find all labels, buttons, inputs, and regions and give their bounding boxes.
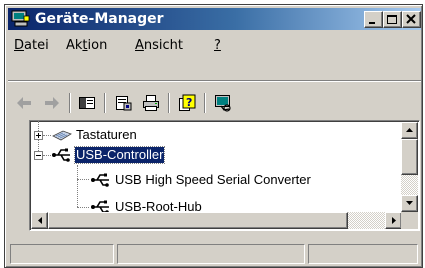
scroll-thumb-horizontal[interactable]: [48, 212, 348, 229]
svg-text:?: ?: [186, 96, 192, 109]
vertical-scrollbar[interactable]: [401, 122, 418, 212]
device-manager-window: Geräte-Manager Datei Aktion Ansicht ? ? …: [4, 4, 423, 268]
collapse-usb-controller-toggle[interactable]: [34, 151, 43, 160]
scroll-left-button[interactable]: [31, 212, 48, 229]
device-manager-app-icon: [11, 10, 30, 27]
close-button[interactable]: [402, 11, 421, 28]
tree-line: [43, 135, 51, 137]
tree-item-label: Tastaturen: [76, 127, 137, 142]
show-hide-tree-button[interactable]: [75, 91, 99, 115]
menu-aktion[interactable]: Aktion: [66, 38, 107, 53]
menu-bar: Datei Aktion Ansicht ?: [8, 34, 421, 58]
help-icon: ?: [179, 94, 196, 111]
close-icon: [406, 14, 416, 24]
tree-item-label: USB High Speed Serial Converter: [115, 172, 311, 187]
properties-button[interactable]: [111, 91, 135, 115]
status-bar: [8, 241, 421, 265]
minimize-icon: [369, 22, 375, 24]
usb-icon: [52, 148, 70, 162]
scroll-down-button[interactable]: [401, 195, 418, 212]
tree-line: [77, 165, 79, 207]
scrollbar-corner: [401, 212, 418, 229]
menu-toolbar-divider: [8, 80, 421, 82]
maximize-icon: [387, 15, 397, 24]
menu-ansicht[interactable]: Ansicht: [135, 38, 183, 53]
usb-icon: [91, 173, 109, 187]
print-button[interactable]: [139, 91, 163, 115]
status-panel: [10, 244, 114, 264]
maximize-button[interactable]: [383, 11, 402, 28]
right-arrow-icon: [392, 217, 396, 224]
tree-line: [43, 155, 51, 157]
menu-help[interactable]: ?: [214, 38, 221, 53]
scroll-right-button[interactable]: [385, 212, 402, 229]
back-button[interactable]: [12, 91, 36, 115]
tree-line: [77, 179, 89, 181]
left-arrow-icon: [38, 217, 42, 224]
tree-item-label: USB-Controller: [73, 146, 166, 164]
scroll-up-button[interactable]: [401, 122, 418, 139]
menu-datei[interactable]: Datei: [14, 38, 49, 53]
print-icon: [143, 95, 159, 111]
scroll-thumb[interactable]: [401, 139, 418, 175]
status-panel: [117, 244, 305, 264]
toolbar-separator: [204, 93, 206, 113]
scan-hardware-icon: [215, 95, 231, 112]
forward-arrow-icon: [45, 97, 59, 109]
down-arrow-icon: [406, 201, 413, 205]
keyboard-icon: [52, 130, 72, 141]
device-tree[interactable]: Tastaturen USB-Controller USB High Speed…: [29, 120, 420, 231]
toolbar-separator: [104, 93, 106, 113]
title-bar[interactable]: Geräte-Manager: [8, 8, 421, 30]
toolbar: ?: [8, 87, 421, 119]
horizontal-scrollbar[interactable]: [31, 212, 402, 229]
back-arrow-icon: [17, 97, 31, 109]
window-title: Geräte-Manager: [35, 11, 164, 27]
properties-icon: [116, 96, 132, 111]
scan-hardware-button[interactable]: [211, 91, 235, 115]
up-arrow-icon: [406, 128, 413, 132]
status-panel: [308, 244, 418, 264]
minimize-button[interactable]: [364, 11, 383, 28]
help-button[interactable]: ?: [175, 91, 199, 115]
console-tree-icon: [79, 97, 95, 109]
forward-button[interactable]: [40, 91, 64, 115]
toolbar-separator: [168, 93, 170, 113]
expand-tastaturen-toggle[interactable]: [34, 131, 43, 140]
toolbar-separator: [69, 93, 71, 113]
tree-line: [77, 207, 89, 209]
